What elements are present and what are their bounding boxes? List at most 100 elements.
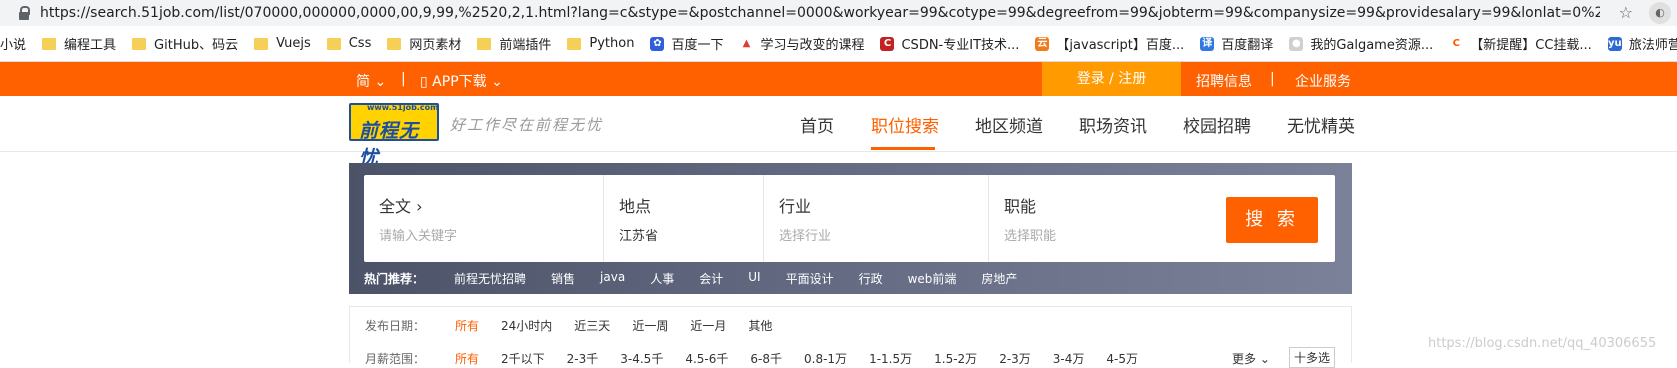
keyword-input[interactable]: 请输入关键字: [379, 225, 457, 244]
function-label: 职能: [1004, 197, 1037, 216]
bookmark-novel[interactable]: 小说: [0, 34, 26, 53]
watermark: https://blog.csdn.net/qq_40306655: [1428, 336, 1657, 351]
hot-tag[interactable]: java: [600, 270, 625, 287]
date-option[interactable]: 近一周: [632, 317, 668, 334]
profile-icon[interactable]: ◐: [1649, 2, 1671, 24]
salary-option[interactable]: 2-3千: [567, 350, 599, 367]
fulltext-field[interactable]: 全文 › 请输入关键字: [364, 175, 604, 262]
paw-icon: ✿: [650, 36, 665, 51]
bookmark-galgame[interactable]: ● 我的Galgame资源...: [1289, 34, 1433, 53]
folder-icon: [567, 37, 582, 50]
hot-tag[interactable]: 行政: [859, 270, 883, 287]
bookmark-folder[interactable]: GitHub、码云: [132, 34, 238, 53]
location-value[interactable]: 江苏省: [619, 225, 658, 244]
industry-select[interactable]: 选择行业: [779, 225, 831, 244]
star-icon[interactable]: ☆: [1619, 3, 1633, 22]
csdn-icon: C: [880, 36, 895, 51]
hot-tag[interactable]: 销售: [551, 270, 575, 287]
top-bar: 简 ⌄ | ▯ APP下载 ⌄ 登录 / 注册 招聘信息 | 企业服务: [0, 62, 1677, 96]
hot-tag[interactable]: 前程无忧招聘: [454, 270, 526, 287]
bookmark-javascript[interactable]: 云【javascript】百度...: [1035, 34, 1184, 53]
camp-icon: yu: [1607, 36, 1622, 51]
bookmark-baidu[interactable]: ✿ 百度一下: [650, 34, 723, 53]
salary-option[interactable]: 1.5-2万: [934, 350, 977, 367]
folder-icon: [477, 37, 492, 50]
bookmark-folder[interactable]: 前端插件: [477, 34, 551, 53]
cc-icon: C: [1449, 36, 1464, 51]
logo[interactable]: www.51job.com 前程无忧: [349, 103, 439, 169]
app-download[interactable]: ▯ APP下载 ⌄: [420, 71, 503, 91]
cloud-icon: 云: [1035, 36, 1050, 51]
filter-panel: 发布日期： 所有 24小时内 近三天 近一周 近一月 其他 月薪范围： 所有 2…: [349, 306, 1352, 368]
function-field[interactable]: 职能 选择职能: [989, 175, 1209, 262]
salary-option[interactable]: 4-5万: [1106, 350, 1138, 367]
nav-region[interactable]: 地区频道: [975, 112, 1043, 137]
nav-elite[interactable]: 无忧精英: [1287, 112, 1355, 137]
salary-option[interactable]: 所有: [455, 350, 479, 367]
bookmark-folder[interactable]: 编程工具: [42, 34, 116, 53]
bookmark-folder[interactable]: Css: [326, 36, 371, 51]
date-option[interactable]: 所有: [455, 317, 479, 334]
translate-icon: 译: [1200, 36, 1215, 51]
salary-option[interactable]: 2千以下: [501, 350, 545, 367]
enterprise-service-link[interactable]: 企业服务: [1295, 71, 1351, 91]
folder-icon: [326, 37, 341, 50]
avatar-icon: ●: [1289, 36, 1304, 51]
bookmark-camp[interactable]: yu旅法师营地首页: [1607, 34, 1677, 53]
folder-icon: [254, 37, 269, 50]
nav-home[interactable]: 首页: [800, 112, 834, 137]
search-panel: 全文 › 请输入关键字 地点 江苏省 行业 选择行业 职能 选择职能 搜 索 热…: [349, 163, 1352, 294]
date-filter-row: 发布日期： 所有 24小时内 近三天 近一周 近一月 其他: [365, 317, 794, 334]
hot-tag[interactable]: web前端: [908, 270, 957, 287]
date-option[interactable]: 近一月: [690, 317, 726, 334]
recruit-info-link[interactable]: 招聘信息: [1196, 71, 1252, 91]
date-filter-label: 发布日期：: [365, 319, 426, 333]
login-register-button[interactable]: 登录 / 注册: [1042, 62, 1181, 96]
date-option[interactable]: 24小时内: [501, 317, 552, 334]
lock-icon[interactable]: [18, 6, 30, 20]
hot-tag[interactable]: UI: [748, 270, 760, 287]
bookmark-folder[interactable]: Vuejs: [254, 36, 311, 51]
salary-option[interactable]: 2-3万: [999, 350, 1031, 367]
address-bar[interactable]: https://search.51job.com/list/070000,000…: [0, 0, 1677, 26]
bookmark-translate[interactable]: 译百度翻译: [1200, 34, 1273, 53]
fulltext-label: 全文 ›: [379, 197, 423, 216]
nav-job-search[interactable]: 职位搜索: [871, 112, 939, 137]
salary-option[interactable]: 6-8千: [750, 350, 782, 367]
divider: |: [1270, 71, 1275, 87]
industry-label: 行业: [779, 197, 812, 216]
date-option[interactable]: 其他: [748, 317, 772, 334]
logo-url: www.51job.com: [367, 103, 439, 112]
folder-icon: [387, 37, 402, 50]
more-button[interactable]: 更多 ⌄: [1232, 350, 1270, 367]
search-button[interactable]: 搜 索: [1226, 197, 1318, 243]
date-option[interactable]: 近三天: [574, 317, 610, 334]
url-text[interactable]: https://search.51job.com/list/070000,000…: [40, 5, 1600, 21]
bookmark-folder[interactable]: 网页素材: [387, 34, 461, 53]
hot-tag[interactable]: 会计: [699, 270, 723, 287]
salary-option[interactable]: 3-4.5千: [620, 350, 663, 367]
nav-career-news[interactable]: 职场资讯: [1079, 112, 1147, 137]
site-header: www.51job.com 前程无忧 好工作尽在前程无忧 首页 职位搜索 地区频…: [0, 96, 1677, 169]
bookmark-csdn[interactable]: C CSDN-专业IT技术...: [880, 34, 1019, 53]
hot-tag[interactable]: 房地产: [981, 270, 1017, 287]
nav-campus[interactable]: 校园招聘: [1183, 112, 1251, 137]
salary-option[interactable]: 3-4万: [1053, 350, 1085, 367]
multi-select-button[interactable]: 十多选: [1289, 347, 1336, 368]
salary-option[interactable]: 0.8-1万: [804, 350, 847, 367]
phone-icon: ▯: [420, 74, 428, 90]
bookmark-cc[interactable]: C 【新提醒】CC挂载...: [1449, 34, 1592, 53]
hot-label: 热门推荐：: [364, 272, 425, 286]
hot-tag[interactable]: 平面设计: [786, 270, 834, 287]
hot-recommendations: 热门推荐： 前程无忧招聘 销售 java 人事 会计 UI 平面设计 行政 we…: [364, 270, 1042, 287]
language-switch[interactable]: 简 ⌄: [356, 71, 386, 91]
salary-option[interactable]: 4.5-6千: [685, 350, 728, 367]
bookmark-folder[interactable]: Python: [567, 36, 634, 51]
search-form: 全文 › 请输入关键字 地点 江苏省 行业 选择行业 职能 选择职能 搜 索: [364, 175, 1335, 262]
industry-field[interactable]: 行业 选择行业: [764, 175, 989, 262]
hot-tag[interactable]: 人事: [650, 270, 674, 287]
salary-option[interactable]: 1-1.5万: [869, 350, 912, 367]
function-select[interactable]: 选择职能: [1004, 225, 1056, 244]
bookmark-course[interactable]: ▲ 学习与改变的课程: [739, 34, 864, 53]
location-field[interactable]: 地点 江苏省: [604, 175, 764, 262]
